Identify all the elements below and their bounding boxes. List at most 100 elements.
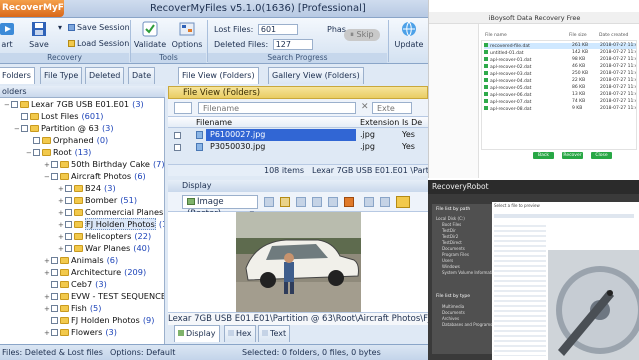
tree-item[interactable]: + Animals (6) (44, 254, 118, 266)
tree-item[interactable]: +Commercial Planes(1) (58, 206, 164, 218)
type-item[interactable]: Documents (442, 310, 465, 315)
tree-item[interactable]: − Aircraft Photos (6) (44, 170, 146, 182)
col-date-created[interactable]: Date created (599, 32, 628, 39)
path-tree-item[interactable]: TestDir2 (442, 234, 458, 239)
file-row[interactable]: P3050030.jpg .jpg Yes (168, 141, 428, 153)
path-tree-item[interactable]: TestDirect (442, 240, 462, 245)
filter-toggle[interactable] (174, 102, 192, 114)
filename-filter-input[interactable] (198, 102, 356, 114)
path-tree-item[interactable]: Program Files (442, 252, 469, 257)
file-row[interactable]: P6100027.jpg .jpg Yes (168, 129, 428, 141)
rotate-right-icon[interactable] (328, 197, 338, 207)
iboysoft-row[interactable]: apl-recover-07.dat 74 KB 2018-07-27 11:49 (484, 99, 636, 105)
tree-checkbox[interactable] (65, 245, 72, 252)
row-checkbox[interactable] (484, 57, 488, 61)
tab-text[interactable]: Text (258, 325, 291, 342)
tree-item[interactable]: − Partition @ 63 (3) (14, 122, 114, 134)
collapse-icon[interactable]: − (14, 123, 21, 135)
tree-checkbox[interactable] (51, 317, 58, 324)
iboysoft-row[interactable]: recovered-file.dat 261 KB 2018-07-27 11:49 (484, 43, 636, 49)
zoom-icon[interactable] (264, 197, 274, 207)
path-tree-item[interactable]: Boot Files (442, 222, 461, 227)
tree-item[interactable]: − Lexar 7GB USB E01.E01 (3) (4, 98, 144, 110)
tree-checkbox[interactable] (65, 209, 72, 216)
iboysoft-row[interactable]: apl-recover-08.dat 9 KB 2018-07-27 11:49 (484, 106, 636, 112)
fit-icon[interactable] (296, 197, 306, 207)
path-tree-item[interactable]: Users (442, 258, 453, 263)
tree-item[interactable]: +50th Birthday Cake (7) (44, 158, 164, 170)
collapse-icon[interactable]: − (44, 171, 51, 183)
col-deleted[interactable]: Is De (402, 117, 422, 128)
save-session-button[interactable]: Save Session (68, 23, 130, 32)
tree-checkbox[interactable] (51, 281, 58, 288)
update-button[interactable]: Update (392, 20, 426, 52)
col-file-name[interactable]: File name (485, 32, 507, 39)
iboysoft-row[interactable]: apl-recover-05.dat 86 KB 2018-07-27 11:49 (484, 85, 636, 91)
tree-checkbox[interactable] (51, 293, 58, 300)
row-checkbox[interactable] (484, 99, 488, 103)
tab-date[interactable]: Date (128, 67, 156, 84)
tab-file-view[interactable]: File View (Folders) (178, 67, 259, 84)
tree-checkbox[interactable] (21, 113, 28, 120)
col-extension[interactable]: Extension (360, 117, 399, 128)
type-item[interactable]: Databases and Programs (442, 322, 492, 327)
extension-filter-input[interactable] (372, 102, 412, 114)
tree-checkbox[interactable] (65, 221, 72, 228)
tab-hex[interactable]: Hex (224, 325, 256, 342)
tree-checkbox[interactable] (11, 101, 18, 108)
rotate-left-icon[interactable] (312, 197, 322, 207)
tree-checkbox[interactable] (65, 233, 72, 240)
iboysoft-row[interactable]: apl-recover-01.dat 98 KB 2018-07-27 11:49 (484, 57, 636, 63)
iboysoft-row[interactable]: apl-recover-03.dat 250 KB 2018-07-27 11:49 (484, 71, 636, 77)
app-menu-button[interactable]: RecoverMyFiles (0, 0, 64, 17)
tab-gallery-view[interactable]: Gallery View (Folders) (268, 67, 364, 84)
tab-file-type[interactable]: File Type (40, 67, 83, 84)
tab-display[interactable]: Display (174, 325, 220, 342)
tree-item[interactable]: +FJ Holden Photos(108) (58, 218, 164, 230)
path-tree-item[interactable]: TestDir (442, 228, 456, 233)
tree-item[interactable]: Ceb7 (3) (44, 278, 107, 290)
save-button[interactable]: Save (27, 20, 51, 52)
tree-checkbox[interactable] (51, 329, 58, 336)
tree-item[interactable]: + Flowers (3) (44, 326, 117, 338)
recover-button[interactable]: Recover (562, 152, 583, 159)
tree-item[interactable]: + B24 (3) (58, 182, 116, 194)
row-checkbox[interactable] (484, 64, 488, 68)
close-button[interactable]: Close (591, 152, 612, 159)
tree-item[interactable]: Lost Files (601) (14, 110, 104, 122)
type-item[interactable]: Multimedia (442, 304, 464, 309)
validate-button[interactable]: Validate (133, 20, 167, 52)
file-list-by-path[interactable]: File list by path (436, 207, 470, 212)
collapse-icon[interactable]: − (26, 147, 33, 159)
expand-icon[interactable]: + (44, 327, 51, 339)
tree-item[interactable]: + Architecture (209) (44, 266, 146, 278)
tree-checkbox[interactable] (51, 257, 58, 264)
chevron-down-icon[interactable]: ▾ (58, 23, 62, 32)
row-checkbox[interactable] (174, 132, 181, 139)
col-file-size[interactable]: File size (569, 32, 587, 39)
collapse-icon[interactable]: − (4, 99, 11, 111)
back-button[interactable]: Back (533, 152, 554, 159)
iboysoft-row[interactable]: untitled-01.dat 142 KB 2018-07-27 11:49 (484, 50, 636, 56)
copy-icon[interactable] (280, 197, 290, 207)
row-checkbox[interactable] (484, 78, 488, 82)
settings-icon[interactable] (396, 196, 410, 208)
row-checkbox[interactable] (484, 106, 488, 110)
display-mode-select[interactable]: Image (Raster)▾ (182, 195, 258, 219)
col-filename[interactable]: Filename (196, 117, 232, 128)
path-tree-item[interactable]: Windows (442, 264, 460, 269)
file-list-by-type[interactable]: File list by type (436, 294, 470, 299)
iboysoft-row[interactable]: apl-recover-02.dat 46 KB 2018-07-27 11:49 (484, 64, 636, 70)
tree-checkbox[interactable] (33, 137, 40, 144)
clear-icon[interactable]: ✕ (361, 102, 369, 112)
iboysoft-row[interactable]: apl-recover-04.dat 22 KB 2018-07-27 11:49 (484, 78, 636, 84)
tab-folders[interactable]: Folders (0, 67, 35, 84)
options-button[interactable]: Options (170, 20, 204, 52)
tree-checkbox[interactable] (21, 125, 28, 132)
path-tree-item[interactable]: Documents (442, 246, 465, 251)
tree-checkbox[interactable] (65, 197, 72, 204)
tree-item[interactable]: +EVW - TEST SEQUENCE(6) (44, 290, 164, 302)
type-item[interactable]: Archives (442, 316, 459, 321)
tree-item[interactable]: + Helicopters (22) (58, 230, 151, 242)
tree-item[interactable]: FJ Holden Photos (9) (44, 314, 154, 326)
